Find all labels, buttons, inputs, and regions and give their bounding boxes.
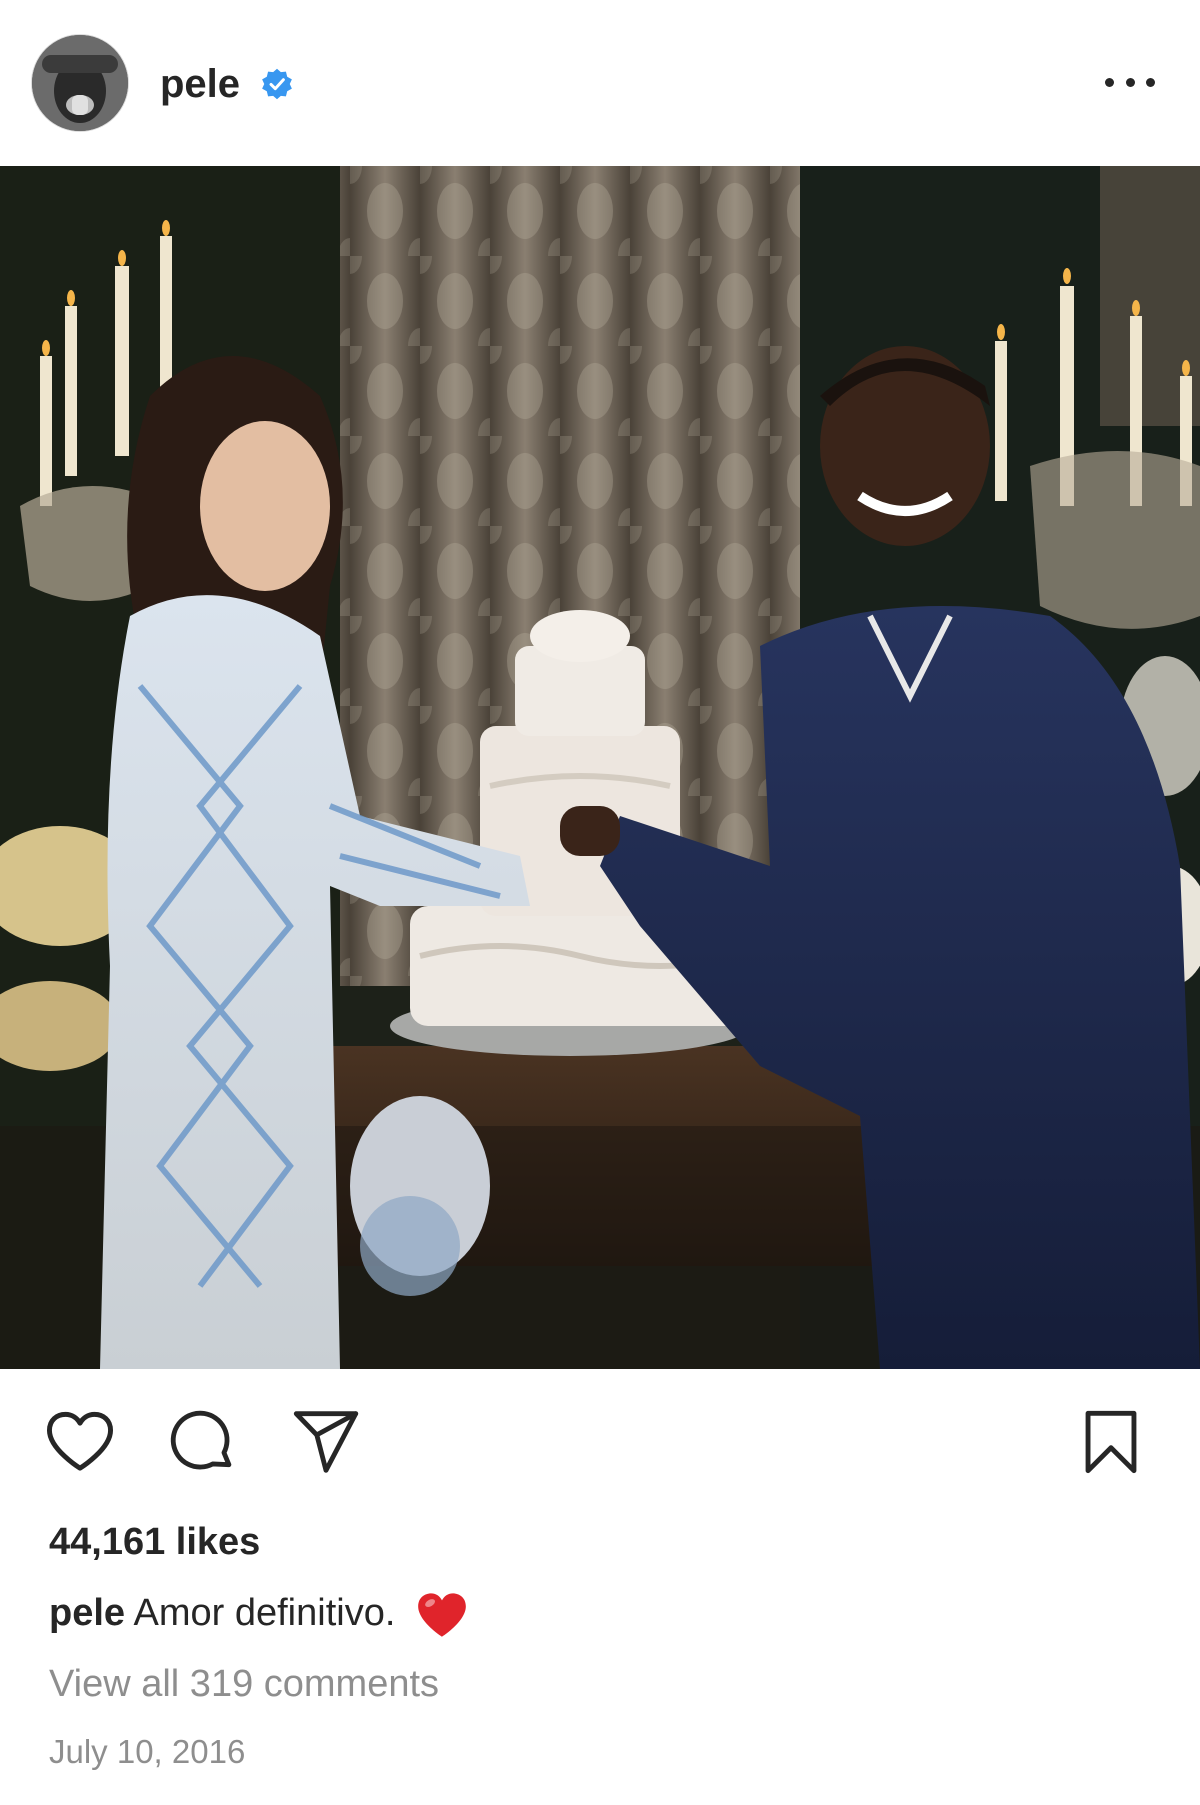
like-button[interactable] <box>40 1406 120 1478</box>
comment-button[interactable] <box>166 1406 238 1478</box>
bookmark-outline-icon <box>1085 1410 1137 1474</box>
red-heart-icon <box>416 1590 468 1640</box>
heart-outline-icon <box>46 1411 114 1471</box>
more-horizontal-icon <box>1105 77 1114 87</box>
save-button[interactable] <box>1078 1406 1144 1478</box>
post-caption: pele Amor definitivo. <box>49 1590 468 1640</box>
post-date: July 10, 2016 <box>49 1733 246 1770</box>
more-options-button[interactable] <box>1105 62 1155 102</box>
comment-bubble-icon <box>170 1410 232 1470</box>
paper-plane-icon <box>293 1411 359 1473</box>
post-header: pele <box>0 0 1200 166</box>
post-photo[interactable] <box>0 166 1200 1369</box>
verified-badge-icon <box>260 67 294 101</box>
profile-avatar[interactable] <box>31 34 129 132</box>
likes-count[interactable]: 44,161 likes <box>49 1520 260 1564</box>
post-action-bar <box>0 1369 1200 1499</box>
share-button[interactable] <box>290 1406 362 1478</box>
post-username[interactable]: pele <box>160 62 240 106</box>
caption-text: Amor definitivo. <box>133 1592 396 1635</box>
view-comments-link[interactable]: View all 319 comments <box>49 1662 439 1706</box>
caption-username[interactable]: pele <box>49 1592 125 1634</box>
